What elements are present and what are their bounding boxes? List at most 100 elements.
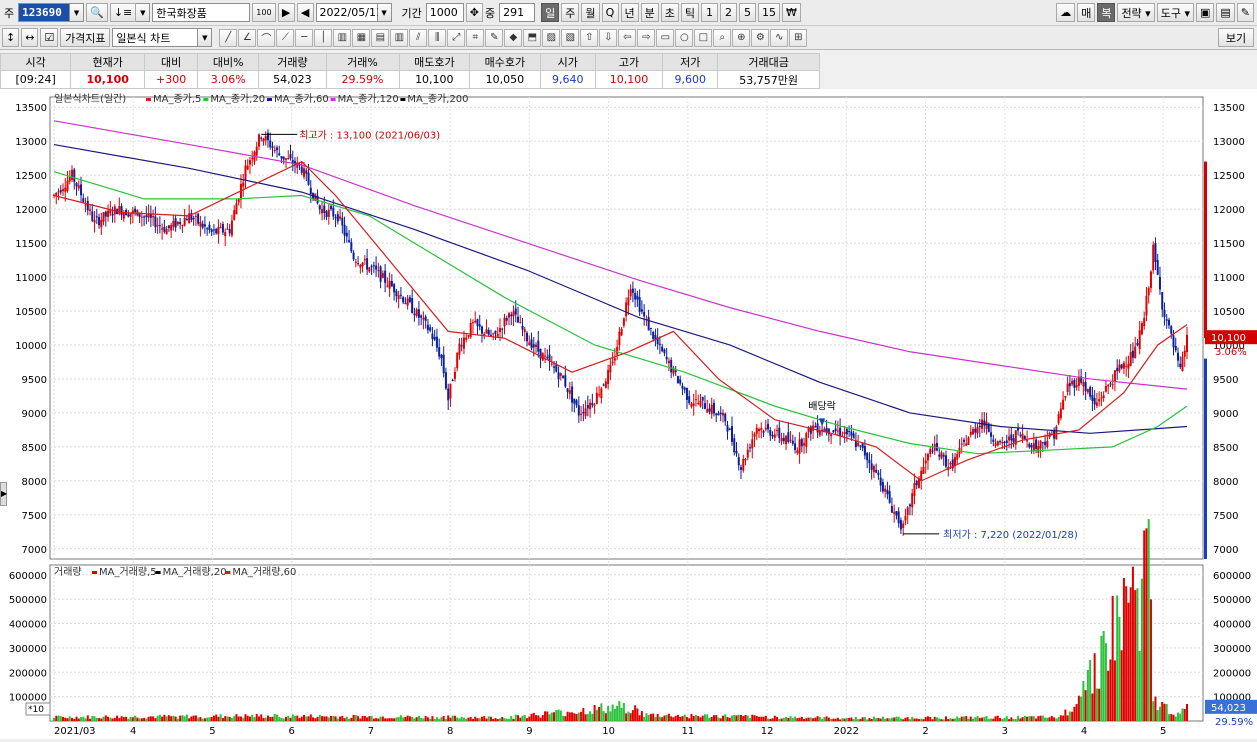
cloud-icon[interactable]: ☁ (1056, 3, 1076, 22)
indicator-type-button[interactable]: 가격지표 (60, 28, 111, 47)
interval-tab-1[interactable]: 주 (561, 3, 580, 22)
draw-tool-icon-26[interactable]: ⌕ (713, 28, 732, 47)
draw-tool-icon-29[interactable]: ∿ (770, 28, 789, 47)
draw-tool-icon-27[interactable]: ⊕ (732, 28, 751, 47)
draw-tool-icon-22[interactable]: ⇨ (637, 28, 656, 47)
candle-body (881, 482, 884, 492)
interval-tab-11[interactable]: 15 (758, 3, 781, 22)
draw-tool-icon-24[interactable]: ○ (675, 28, 694, 47)
volume-bar (915, 718, 918, 721)
chart-type-select[interactable]: 일본식 차트 (112, 28, 199, 47)
interval-tab-8[interactable]: 1 (701, 3, 719, 22)
volume-bar (298, 718, 301, 721)
draw-tool-icon-15[interactable]: ◆ (504, 28, 523, 47)
interval-tab-2[interactable]: 월 (581, 3, 600, 22)
candle-body (334, 217, 337, 219)
draw-tool-icon-8[interactable]: ▤ (371, 28, 390, 47)
draw-tool-icon-23[interactable]: ▭ (656, 28, 675, 47)
volume-bar (661, 717, 664, 721)
won-icon[interactable]: ₩ (782, 3, 801, 22)
period-input[interactable]: 1000 (425, 3, 464, 22)
draw-tool-icon-4[interactable]: ─ (295, 28, 314, 47)
interval-tab-4[interactable]: 년 (620, 3, 639, 22)
volume-tick-right-5: 600000 (1213, 571, 1251, 582)
right-button-1[interactable]: 복 (1097, 3, 1116, 22)
draw-tool-icon-30[interactable]: ⊞ (789, 28, 808, 47)
interval-tab-7[interactable]: 틱 (680, 3, 700, 22)
interval-tab-6[interactable]: 초 (660, 3, 679, 22)
draw-tool-icon-18[interactable]: ▧ (561, 28, 580, 47)
chart-area[interactable]: 7000 7000 7500 7500 8000 8000 8500 8500 9000 9000… (0, 89, 1257, 739)
interval-tab-5[interactable]: 분 (640, 3, 659, 22)
edit-icon[interactable]: ☑ (40, 28, 59, 47)
date-input[interactable]: 2022/05/11 (315, 3, 383, 22)
draw-tool-icon-13[interactable]: ⌗ (466, 28, 485, 47)
next-icon[interactable]: ▶ (277, 3, 295, 22)
candle-body (972, 429, 975, 435)
draw-tool-icon-11[interactable]: ⫼ (428, 28, 447, 47)
stock-code-input[interactable]: 123690 (18, 3, 71, 22)
quote-header-row: 시각 현재가 대비 대비% 거래량 거래% 매도호가 매수호가 시가 고가 저가 거래대금 (0, 53, 820, 71)
interval-tab-3[interactable]: Q (601, 3, 619, 22)
chart-scroll-handle[interactable]: ▶ (0, 482, 7, 506)
candle-body (647, 317, 650, 331)
candle-body (1172, 335, 1175, 348)
candle-body (386, 285, 389, 287)
move-icon[interactable]: ✥ (465, 3, 484, 22)
interval-tab-10[interactable]: 5 (739, 3, 757, 22)
candle-body (1021, 433, 1024, 439)
volume-bar (1003, 718, 1006, 721)
interval-tab-9[interactable]: 2 (720, 3, 738, 22)
draw-tool-icon-3[interactable]: ⟋ (276, 28, 295, 47)
draw-tool-icon-7[interactable]: ▦ (352, 28, 371, 47)
interval-tab-0[interactable]: 일 (541, 3, 560, 22)
draw-tool-icon-14[interactable]: ✎ (485, 28, 504, 47)
draw-tool-icon-0[interactable]: ╱ (219, 28, 238, 47)
tool-icon[interactable]: ✎ (1236, 3, 1254, 22)
draw-tool-icon-25[interactable]: □ (694, 28, 713, 47)
chart-type-dropdown[interactable]: ▼ (198, 28, 213, 47)
volume-bar (981, 717, 984, 721)
draw-tool-icon-16[interactable]: ⬒ (523, 28, 542, 47)
candle-body (963, 439, 966, 442)
draw-tool-icon-5[interactable]: │ (314, 28, 333, 47)
view-button[interactable]: 보기 (1218, 28, 1254, 47)
scroll-up-icon[interactable]: ↕ (2, 28, 20, 47)
right-button-3[interactable]: 도구 ▾ (1156, 3, 1194, 22)
draw-tool-icon-28[interactable]: ⚙ (751, 28, 770, 47)
volume-bar (287, 715, 290, 721)
draw-tool-icon-10[interactable]: ⫽ (409, 28, 428, 47)
price-tick-left-3: 8500 (22, 443, 47, 454)
draw-tool-icon-19[interactable]: ⇧ (580, 28, 599, 47)
draw-tool-icon-20[interactable]: ⇩ (599, 28, 618, 47)
draw-tool-icon-1[interactable]: ∠ (238, 28, 257, 47)
draw-tool-icon-2[interactable]: ⌒ (257, 28, 276, 47)
date-dropdown[interactable]: ▼ (377, 3, 392, 22)
x-tick-6: 9 (526, 726, 532, 737)
volume-bar (674, 715, 677, 721)
volume-bar (724, 714, 727, 721)
price-volume-chart[interactable]: 7000 7000 7500 7500 8000 8000 8500 8500 9000 9000… (0, 89, 1257, 739)
qty-badge[interactable]: 100 (252, 3, 276, 22)
save-icon[interactable]: ▤ (1216, 3, 1235, 22)
candle-body (904, 516, 907, 521)
candle-body (661, 346, 664, 352)
draw-tool-icon-12[interactable]: ⤢ (447, 28, 466, 47)
draw-tool-icon-21[interactable]: ⇦ (618, 28, 637, 47)
sort-dropdown[interactable]: ▼ (136, 3, 151, 22)
count-input[interactable]: 291 (499, 3, 536, 22)
volume-bar (1077, 695, 1080, 721)
stock-code-dropdown[interactable]: ▼ (70, 3, 85, 22)
right-button-2[interactable]: 전략 ▾ (1117, 3, 1155, 22)
volume-bar (1089, 659, 1092, 721)
draw-tool-icon-6[interactable]: ▥ (333, 28, 352, 47)
prev-icon[interactable]: ◀ (296, 3, 314, 22)
scroll-lr-icon[interactable]: ↔ (21, 28, 39, 47)
search-icon[interactable]: 🔍 (86, 3, 108, 22)
sort-icon[interactable]: ↓≡ (109, 3, 137, 22)
draw-tool-icon-17[interactable]: ▨ (542, 28, 561, 47)
candle-body (1084, 381, 1087, 392)
window-icon[interactable]: ▣ (1195, 3, 1215, 22)
draw-tool-icon-9[interactable]: ▥ (390, 28, 409, 47)
right-button-0[interactable]: 매 (1077, 3, 1096, 22)
